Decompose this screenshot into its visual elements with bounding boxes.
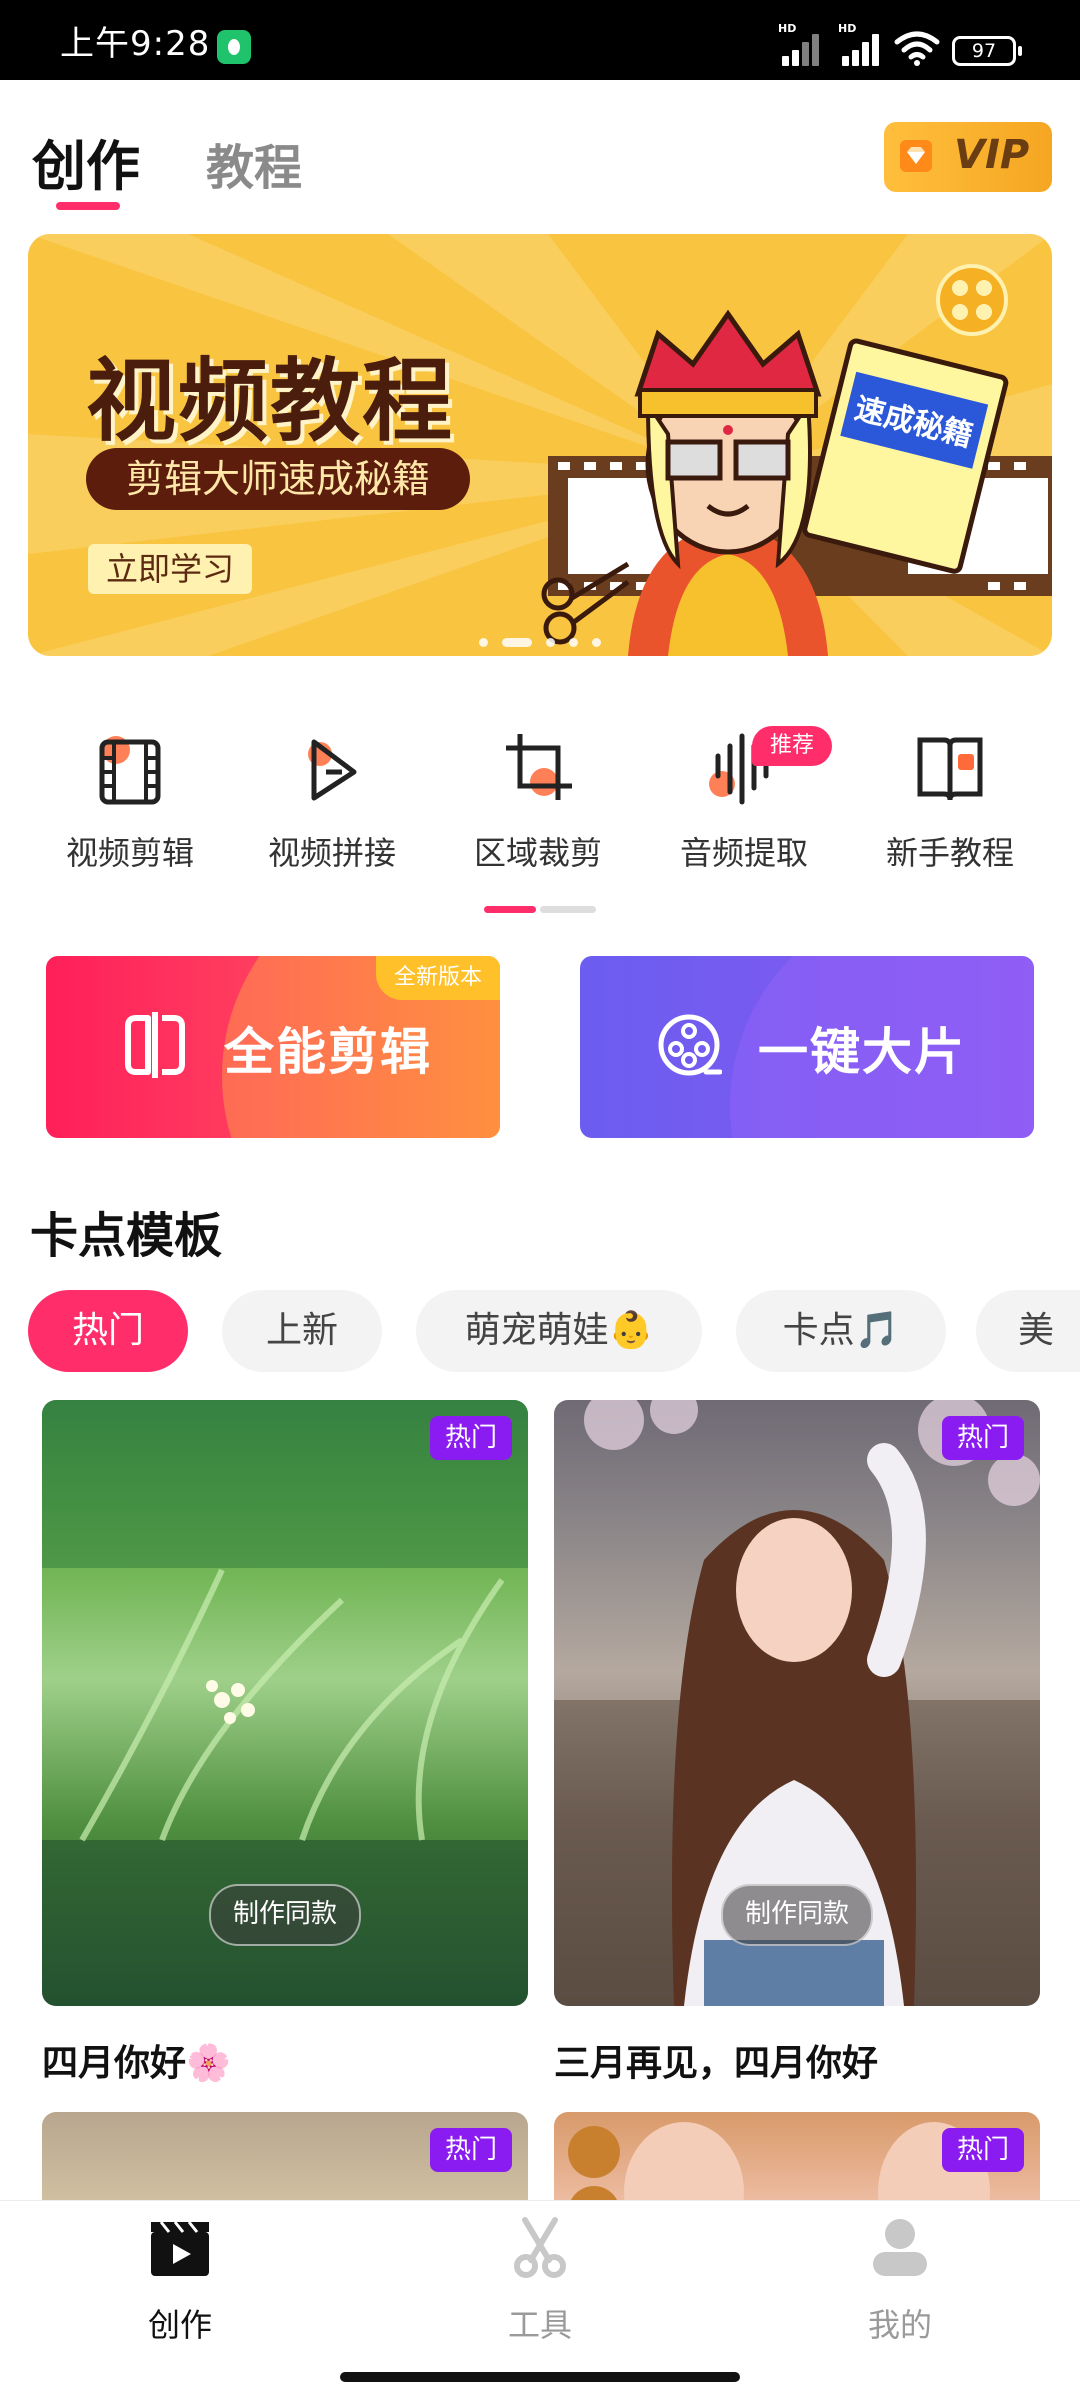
pagination-dot <box>592 638 601 647</box>
hot-badge: 热门 <box>942 1416 1024 1460</box>
nav-mine-label: 我的 <box>867 2306 932 2344</box>
tools-page-indicator <box>540 906 596 913</box>
hot-badge: 热门 <box>430 2128 512 2172</box>
chip-beauty[interactable]: 美 <box>976 1290 1080 1372</box>
full-edit-card[interactable]: 全新版本 全能剪辑 <box>46 956 500 1138</box>
pagination-dot <box>546 638 555 647</box>
chip-beat[interactable]: 卡点🎵 <box>736 1290 946 1372</box>
book-icon <box>917 737 983 801</box>
tool-beginner-tutorial[interactable]: 新手教程 <box>870 726 1030 874</box>
tool-area-crop[interactable]: 区域裁剪 <box>458 726 618 874</box>
template-title: 三月再见，四月你好 <box>554 2043 879 2084</box>
battery-icon: 97 <box>952 36 1022 66</box>
template-title: 四月你好🌸 <box>42 2043 231 2084</box>
scissors-icon <box>514 2217 566 2278</box>
film-icon <box>99 736 161 805</box>
chip-hot[interactable]: 热门 <box>28 1290 188 1372</box>
tab-create[interactable]: 创作 <box>32 122 140 201</box>
banner-pagination <box>28 632 1052 651</box>
one-click-film-label: 一键大片 <box>758 1023 966 1081</box>
nav-create-label: 创作 <box>147 2306 212 2344</box>
tool-video-merge[interactable]: 视频拼接 <box>252 726 412 874</box>
clapper-icon <box>151 2221 209 2276</box>
template-card[interactable]: 热门 制作同款 <box>42 1400 528 2006</box>
vip-button[interactable]: VIP <box>884 122 1052 192</box>
tool-label: 新手教程 <box>885 834 1014 872</box>
nav-mine[interactable]: 我的 <box>800 2216 1000 2346</box>
home-indicator[interactable] <box>340 2372 740 2382</box>
crop-icon <box>506 734 572 800</box>
full-edit-label: 全能剪辑 <box>224 1023 432 1081</box>
tools-page-indicator-active <box>484 906 536 913</box>
tool-label: 音频提取 <box>679 834 808 872</box>
status-bar: 上午9:28 HD HD 97 <box>0 0 1080 80</box>
merge-play-icon <box>308 739 357 801</box>
banner-subtitle: 剪辑大师速成秘籍 <box>86 448 471 510</box>
signal-hd-label: HD <box>778 22 797 35</box>
new-version-tag: 全新版本 <box>375 956 500 1000</box>
template-card[interactable]: 热门 制作同款 <box>554 1400 1040 2006</box>
nav-tools[interactable]: 工具 <box>440 2216 640 2346</box>
film-reel-icon <box>658 1014 722 1076</box>
signal-icon: HD <box>778 22 826 66</box>
tool-label: 区域裁剪 <box>473 834 602 872</box>
pagination-dot-active <box>502 638 532 647</box>
recommend-badge: 推荐 <box>752 726 833 766</box>
nav-tools-label: 工具 <box>507 2306 572 2344</box>
vip-label: VIP <box>954 132 1030 178</box>
status-time: 上午9:28 <box>60 24 211 64</box>
banner-cta-button[interactable]: 立即学习 <box>88 544 253 594</box>
signal-hd-label-2: HD <box>838 22 857 35</box>
active-tab-indicator <box>56 202 120 210</box>
hot-badge: 热门 <box>430 1416 512 1460</box>
signal-icon-2: HD <box>838 22 886 66</box>
tool-video-edit[interactable]: 视频剪辑 <box>50 726 210 874</box>
diamond-icon <box>900 140 932 172</box>
battery-level: 97 <box>971 40 997 62</box>
one-click-film-card[interactable]: 一键大片 <box>580 956 1034 1138</box>
chip-new[interactable]: 上新 <box>222 1290 382 1372</box>
notification-app-icon <box>217 30 251 64</box>
split-frame-icon <box>125 1012 185 1078</box>
pagination-dot <box>479 638 488 647</box>
make-same-button[interactable]: 制作同款 <box>208 1884 362 1946</box>
tool-label: 视频拼接 <box>267 834 396 872</box>
section-title: 卡点模板 <box>30 1208 223 1264</box>
banner-title: 视频教程 <box>86 349 454 454</box>
wifi-icon <box>894 31 940 66</box>
user-icon <box>873 2219 927 2276</box>
make-same-button[interactable]: 制作同款 <box>720 1884 874 1946</box>
promo-banner[interactable]: 速成秘籍 视频教程 剪辑大师速成秘籍 立即学习 <box>28 234 1052 656</box>
chip-pets-kids[interactable]: 萌宠萌娃👶 <box>416 1290 702 1372</box>
tab-tutorial[interactable]: 教程 <box>206 128 302 198</box>
nav-create[interactable]: 创作 <box>80 2216 280 2346</box>
hot-badge: 热门 <box>942 2128 1024 2172</box>
pagination-dot <box>569 638 578 647</box>
tool-label: 视频剪辑 <box>65 834 194 872</box>
